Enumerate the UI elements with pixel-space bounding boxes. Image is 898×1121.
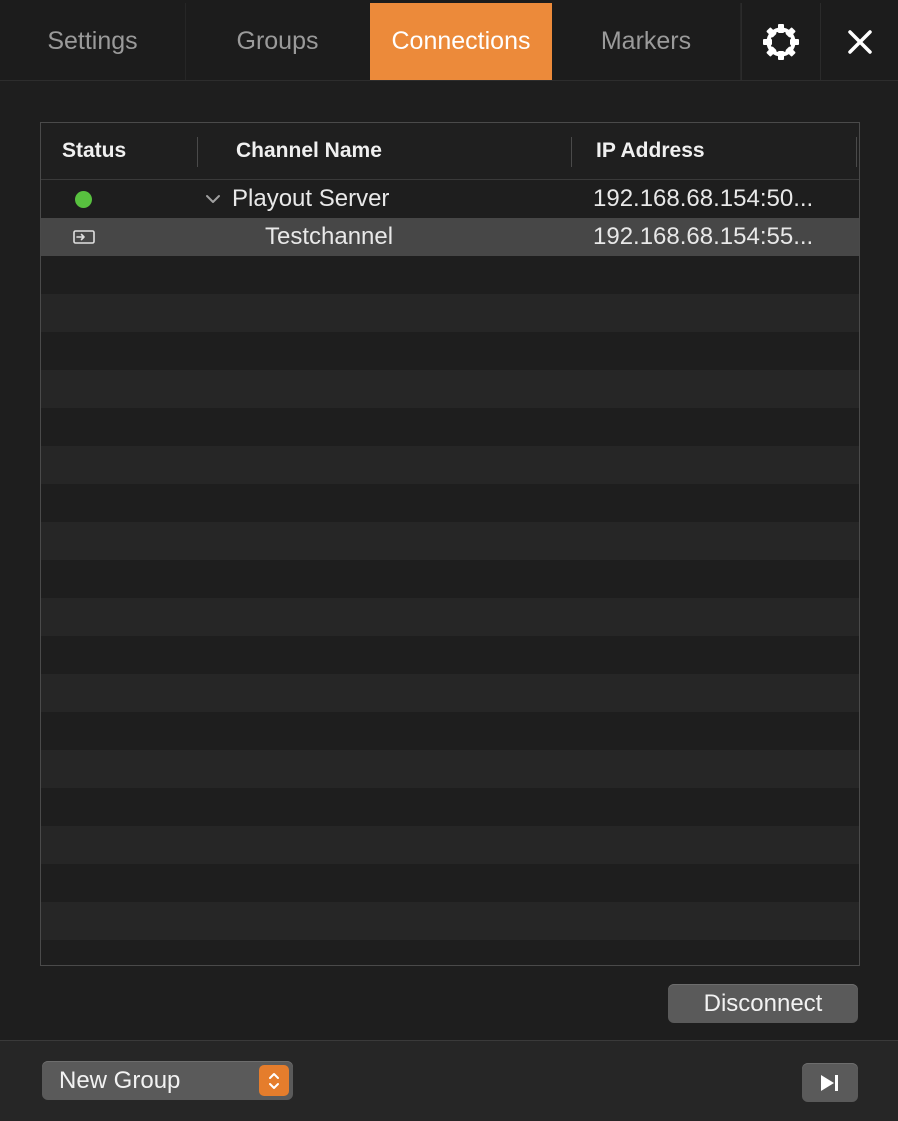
column-header-status[interactable]: Status <box>62 123 126 179</box>
column-separator[interactable] <box>197 137 198 167</box>
connections-table: Status Channel Name IP Address Playout S… <box>40 122 860 966</box>
channel-input-icon <box>73 230 95 244</box>
ip-address: 192.168.68.154:50... <box>593 185 814 212</box>
column-separator[interactable] <box>571 137 572 167</box>
close-icon <box>848 29 872 54</box>
column-separator[interactable] <box>856 137 857 167</box>
tab-connections[interactable]: Connections <box>370 3 552 80</box>
skip-forward-icon <box>821 1074 838 1091</box>
tab-groups[interactable]: Groups <box>185 3 371 80</box>
channel-name: Playout Server <box>232 185 390 212</box>
status-connected-icon <box>75 191 92 208</box>
chevron-down-icon[interactable] <box>203 189 223 209</box>
group-select-value: New Group <box>59 1066 181 1094</box>
close-button[interactable] <box>820 3 898 80</box>
column-header-channel-name[interactable]: Channel Name <box>236 123 382 179</box>
ip-address: 192.168.68.154:55... <box>593 223 814 250</box>
footer-bar: New Group <box>0 1040 898 1121</box>
table-row[interactable]: Testchannel 192.168.68.154:55... <box>41 218 859 256</box>
table-header: Status Channel Name IP Address <box>41 123 859 180</box>
skip-forward-button[interactable] <box>802 1063 858 1102</box>
gear-icon <box>763 23 799 60</box>
group-select[interactable]: New Group <box>42 1061 293 1100</box>
channel-name: Testchannel <box>265 223 394 250</box>
select-stepper-icon <box>259 1065 289 1096</box>
tab-markers[interactable]: Markers <box>552 3 741 80</box>
tab-settings[interactable]: Settings <box>0 3 186 80</box>
tab-bar: Settings Groups Connections Markers <box>0 0 898 81</box>
settings-gear-button[interactable] <box>741 3 820 80</box>
table-body <box>41 180 859 965</box>
disconnect-button[interactable]: Disconnect <box>668 984 858 1023</box>
table-row[interactable]: Playout Server 192.168.68.154:50... <box>41 180 859 218</box>
column-header-ip-address[interactable]: IP Address <box>596 123 705 179</box>
